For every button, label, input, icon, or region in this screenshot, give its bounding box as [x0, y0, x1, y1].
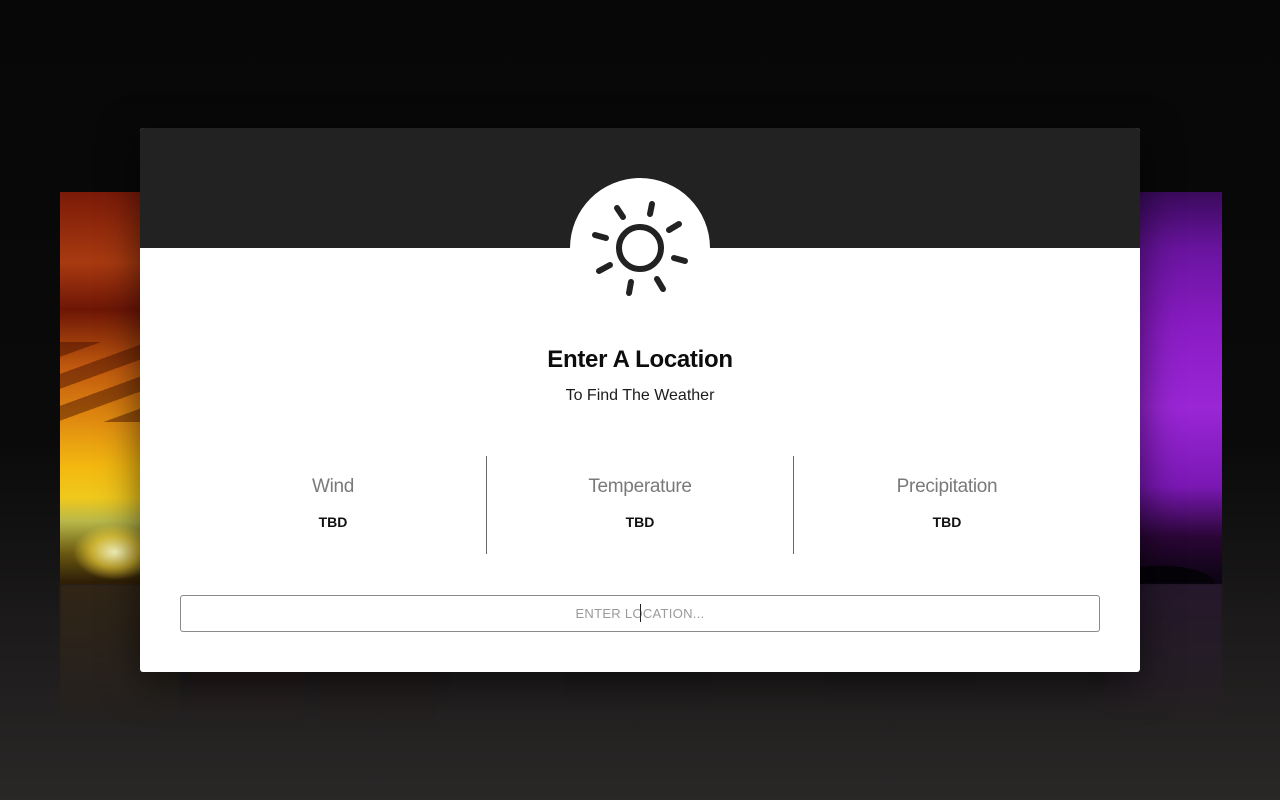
- stat-label: Temperature: [588, 476, 692, 497]
- weather-icon-badge: [570, 178, 710, 318]
- sun-icon: [592, 201, 688, 296]
- stat-value: TBD: [625, 514, 655, 530]
- weather-stats: Wind TBD Temperature TBD Precipitation T…: [180, 456, 1100, 554]
- stat-value: TBD: [932, 514, 962, 530]
- text-caret: [640, 604, 641, 622]
- page-subtitle: To Find The Weather: [565, 387, 715, 404]
- stat-label: Precipitation: [896, 476, 998, 497]
- weather-card: Enter A Location To Find The Weather Win…: [140, 128, 1140, 672]
- stat-value: TBD: [318, 514, 348, 530]
- stat-temperature: Temperature TBD: [486, 456, 793, 554]
- stat-wind: Wind TBD: [180, 456, 486, 554]
- stat-precipitation: Precipitation TBD: [793, 456, 1100, 554]
- page-title: Enter A Location: [547, 346, 733, 373]
- stat-label: Wind: [311, 476, 355, 497]
